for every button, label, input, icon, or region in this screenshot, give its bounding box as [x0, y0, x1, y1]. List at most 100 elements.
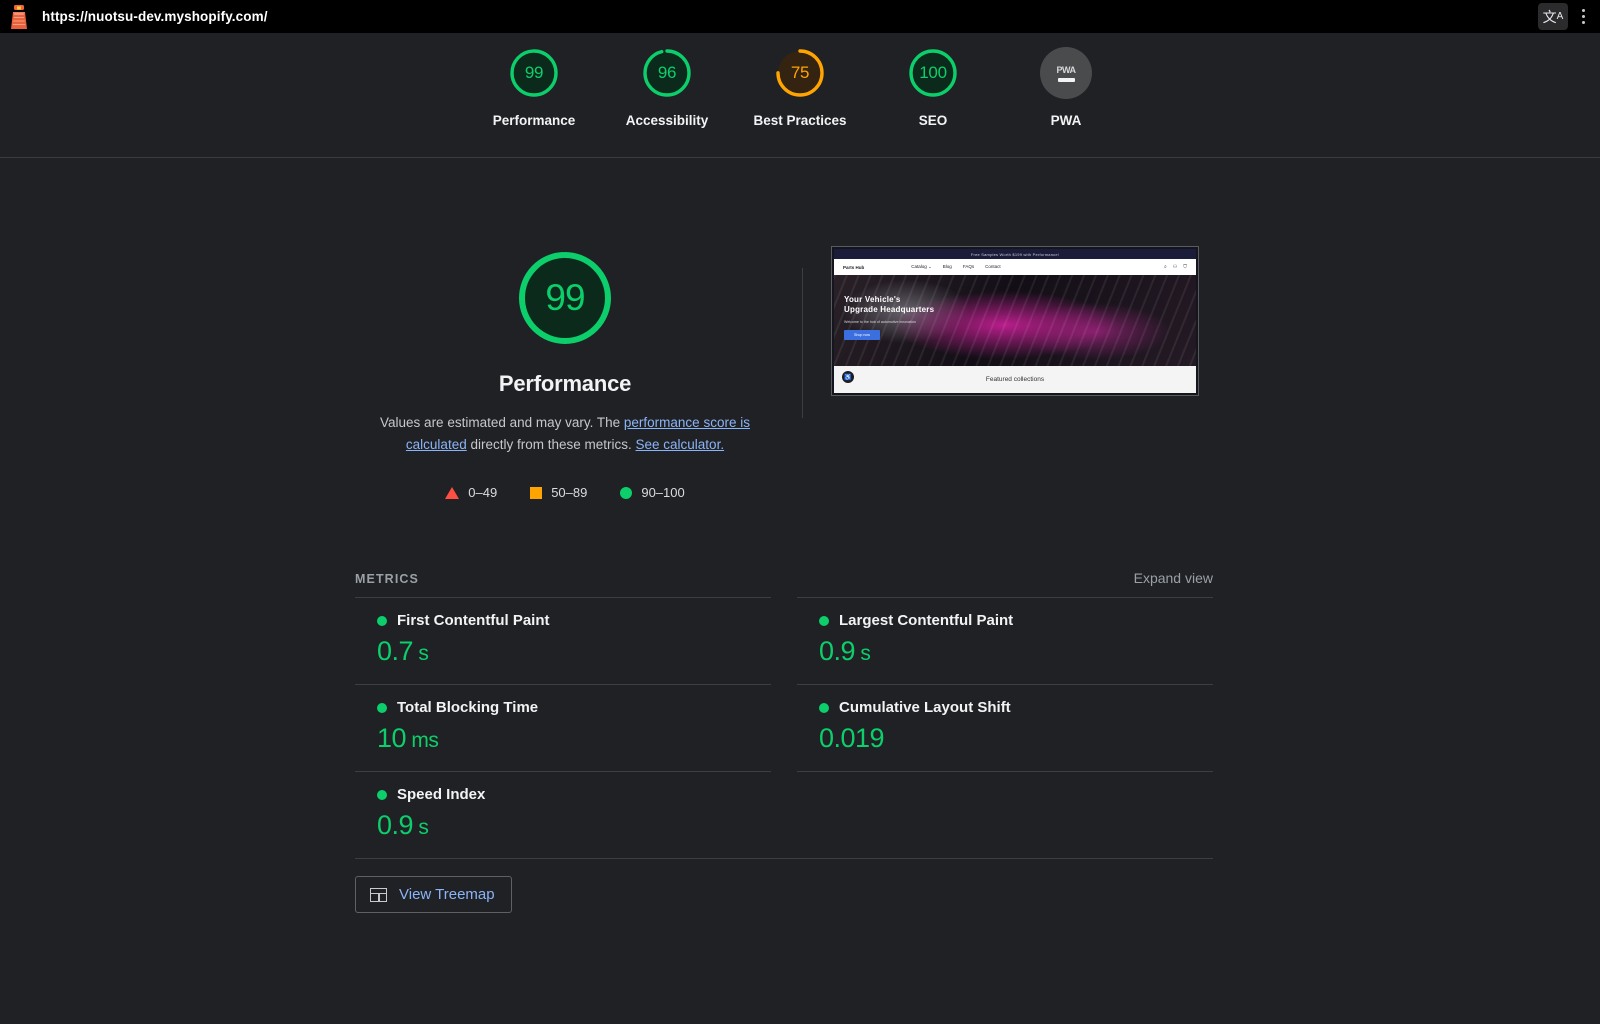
metric-status-icon: [819, 615, 829, 626]
legend-circle-icon: [620, 486, 633, 499]
metric-name-row: Speed Index: [377, 786, 771, 803]
score-item-best-practices[interactable]: 75 Best Practices: [734, 47, 867, 128]
score-item-performance[interactable]: 99 Performance: [468, 47, 601, 128]
legend-item-circle: 90–100: [620, 485, 685, 500]
hero-section-title: Featured collections: [985, 376, 1045, 383]
score-item-seo[interactable]: 100 SEO: [867, 47, 1000, 128]
metrics-column-right: Largest Contentful Paint 0.9 s Cumulative …: [797, 597, 1213, 858]
gauge-best-practices: 75: [774, 47, 826, 99]
view-treemap-label: View Treemap: [399, 886, 495, 903]
metric-value: 0.019: [819, 723, 885, 753]
metric-row[interactable]: Cumulative Layout Shift 0.019: [797, 684, 1213, 771]
hero-nav-links: Catalog ⌄ Blog FAQs Contact: [911, 264, 1000, 270]
metric-row[interactable]: First Contentful Paint 0.7 s: [355, 597, 771, 684]
score-label: Accessibility: [625, 113, 709, 128]
treemap-row: View Treemap: [355, 858, 1213, 913]
legend-triangle-icon: [445, 486, 460, 499]
metric-label: Cumulative Layout Shift: [839, 699, 1011, 716]
hero-announcement: Free Samples Worth $199 with Performance…: [834, 249, 1196, 259]
legend-range: 90–100: [641, 485, 685, 500]
hero-nav-link: Contact: [985, 264, 1001, 269]
metric-label: First Contentful Paint: [397, 612, 550, 629]
metric-name-row: Cumulative Layout Shift: [819, 699, 1213, 716]
view-treemap-button[interactable]: View Treemap: [355, 876, 512, 913]
score-value: 75: [790, 63, 810, 82]
metric-row[interactable]: Largest Contentful Paint 0.9 s: [797, 597, 1213, 684]
kebab-menu-icon[interactable]: [1570, 3, 1596, 30]
metric-label: Total Blocking Time: [397, 699, 539, 716]
hero-nav-icons: ⌕ ⚇ ⛉: [1164, 264, 1187, 270]
metric-status-icon: [377, 702, 387, 713]
gauge-accessibility: 96: [641, 47, 693, 99]
score-label: Performance: [492, 113, 576, 128]
performance-score-value: 99: [545, 277, 585, 318]
score-value: 96: [657, 63, 677, 82]
account-icon: ⚇: [1172, 264, 1178, 270]
pwa-gauge: PWA: [1040, 47, 1092, 99]
section-divider: [802, 268, 803, 418]
score-label: Best Practices: [753, 113, 847, 128]
hero-headline-1: Your Vehicle's: [844, 295, 901, 304]
translate-icon[interactable]: 文A: [1538, 3, 1568, 30]
legend-square-icon: [530, 486, 543, 499]
metric-status-icon: [377, 615, 387, 626]
score-item-accessibility[interactable]: 96 Accessibility: [601, 47, 734, 128]
desc-text-1: Values are estimated and may vary. The: [380, 415, 624, 430]
legend-item-square: 50–89: [530, 485, 587, 500]
legend-range: 0–49: [468, 485, 498, 500]
lighthouse-icon: [11, 4, 27, 29]
score-value: 99: [524, 63, 544, 82]
legend-item-triangle: 0–49: [445, 485, 497, 500]
report-body: 99 Performance Values are estimated and …: [0, 158, 1600, 913]
metric-name-row: Total Blocking Time: [377, 699, 771, 716]
pwa-dash-icon: [1057, 77, 1075, 82]
metric-status-icon: [377, 789, 387, 800]
see-calculator-link[interactable]: See calculator.: [636, 437, 725, 452]
desc-text-2: directly from these metrics.: [466, 437, 636, 452]
hero-featured-section: ♿ Featured collections: [834, 366, 1196, 393]
metric-row[interactable]: Speed Index 0.9 s: [355, 771, 771, 858]
gauge-performance: 99: [508, 47, 560, 99]
metric-row[interactable]: Total Blocking Time 10 ms: [355, 684, 771, 771]
url-text: https://nuotsu-dev.myshopify.com/: [42, 9, 268, 24]
performance-section: 99 Performance Values are estimated and …: [0, 158, 1600, 500]
hero-subheadline: Welcome to the hub of automotive innovat…: [844, 320, 916, 324]
hero-nav-link: Catalog ⌄: [911, 264, 932, 269]
score-item-pwa[interactable]: PWA PWA: [1000, 47, 1133, 128]
performance-description: Values are estimated and may vary. The p…: [369, 412, 761, 456]
search-icon: ⌕: [1163, 264, 1167, 270]
expand-view-toggle[interactable]: Expand view: [1134, 570, 1213, 586]
metric-value: 0.9 s: [377, 810, 429, 840]
hero-brand: Parts Hub: [843, 264, 865, 270]
treemap-icon: [370, 887, 387, 902]
metric-value: 10 ms: [377, 723, 439, 753]
score-label: SEO: [918, 113, 948, 128]
metrics-section: METRICS Expand view First Contentful Pai…: [355, 570, 1213, 913]
metric-value: 0.9 s: [819, 636, 871, 666]
metric-label: Largest Contentful Paint: [839, 612, 1014, 629]
metric-label: Speed Index: [397, 786, 486, 803]
pwa-gauge-label: PWA: [1056, 64, 1076, 75]
metric-name-row: First Contentful Paint: [377, 612, 771, 629]
hero-nav-link: FAQs: [962, 264, 975, 269]
performance-gauge: 99: [513, 246, 617, 350]
hero-nav-link: Blog: [942, 264, 952, 269]
hero-headline-2: Upgrade Headquarters: [844, 305, 935, 314]
metric-status-icon: [819, 702, 829, 713]
browser-toolbar: https://nuotsu-dev.myshopify.com/ 文A: [0, 0, 1600, 33]
score-value: 100: [919, 63, 947, 82]
hero-cta-button: Shop now: [844, 330, 880, 340]
category-score-strip: 99 Performance 96 Accessibility 75 Best Pract…: [0, 33, 1600, 158]
metrics-heading: METRICS: [355, 572, 419, 586]
hero-nav: Parts Hub Catalog ⌄ Blog FAQs Contact ⌕ ⚇ ⛉: [834, 259, 1196, 275]
hero-image: Your Vehicle's Upgrade Headquarters Welc…: [834, 275, 1196, 366]
metric-value: 0.7 s: [377, 636, 429, 666]
metrics-column-end-divider: [797, 771, 1213, 772]
gauge-seo: 100: [907, 47, 959, 99]
score-label: PWA: [1050, 113, 1082, 128]
metric-name-row: Largest Contentful Paint: [819, 612, 1213, 629]
performance-title: Performance: [498, 371, 632, 396]
score-legend: 0–49 50–89 90–100: [445, 485, 685, 500]
final-screenshot: Free Samples Worth $199 with Performance…: [831, 246, 1199, 396]
metrics-column-left: First Contentful Paint 0.7 s Total Blockin…: [355, 597, 771, 858]
